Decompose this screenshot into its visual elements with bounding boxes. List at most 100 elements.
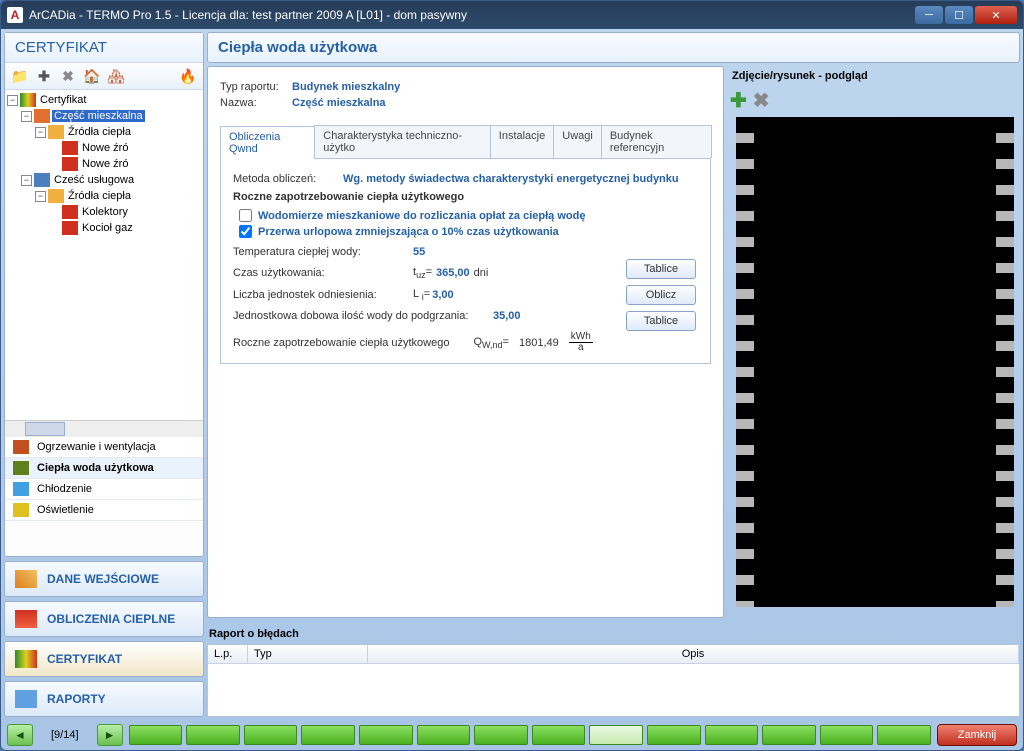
- liczba-value[interactable]: 3,00: [432, 289, 453, 301]
- source-icon: [62, 157, 78, 171]
- tree-node[interactable]: Nowe źró: [7, 156, 203, 172]
- roczne-unit: kWha: [569, 332, 593, 353]
- progress-seg[interactable]: [705, 725, 759, 745]
- progress-seg[interactable]: [186, 725, 240, 745]
- preview-panel: Zdjęcie/rysunek - podgląd ✚ ✖: [730, 66, 1020, 618]
- progress-seg[interactable]: [647, 725, 701, 745]
- progress-seg[interactable]: [417, 725, 471, 745]
- chk-wodomierze[interactable]: Wodomierze mieszkaniowe do rozliczania o…: [239, 209, 698, 222]
- chk-przerwa-box[interactable]: [239, 225, 252, 238]
- tree-node[interactable]: −Cześć usługowa: [7, 172, 203, 188]
- nav-item-heating[interactable]: Ogrzewanie i wentylacja: [5, 437, 203, 458]
- tab-uwagi[interactable]: Uwagi: [553, 125, 602, 158]
- tree-h-scrollbar[interactable]: [5, 420, 203, 437]
- oblicz-button[interactable]: Oblicz: [626, 285, 696, 305]
- nav-list: Ogrzewanie i wentylacja Ciepła woda użyt…: [5, 437, 203, 521]
- progress-seg[interactable]: [244, 725, 298, 745]
- czas-symbol: tuz=: [413, 266, 432, 280]
- col-lp[interactable]: L.p.: [208, 645, 248, 663]
- progress-seg[interactable]: [762, 725, 816, 745]
- tab-content: Metoda obliczeń:Wg. metody świadectwa ch…: [220, 159, 711, 364]
- tree-node[interactable]: −Certyfikat: [7, 92, 203, 108]
- tree-node[interactable]: Kocioł gaz: [7, 220, 203, 236]
- delete-icon[interactable]: ✖: [57, 65, 79, 87]
- collapse-icon[interactable]: −: [7, 95, 18, 106]
- progress-seg[interactable]: [877, 725, 931, 745]
- tablice-button-1[interactable]: Tablice: [626, 259, 696, 279]
- progress-seg[interactable]: [532, 725, 586, 745]
- flame-icon[interactable]: 🔥: [177, 65, 199, 87]
- temp-value[interactable]: 55: [413, 246, 425, 258]
- tool1-icon[interactable]: 🏠: [81, 65, 103, 87]
- next-page-button[interactable]: ►: [97, 724, 123, 746]
- tab-obliczenia[interactable]: Obliczenia Qwnd: [220, 126, 315, 159]
- source-icon: [62, 221, 78, 235]
- tab-charakterystyka[interactable]: Charakterystyka techniczno-użytko: [314, 125, 491, 158]
- collapse-icon[interactable]: −: [35, 191, 46, 202]
- nav-button-input[interactable]: DANE WEJŚCIOWE: [4, 561, 204, 597]
- jedn-value[interactable]: 35,00: [493, 310, 521, 322]
- tree-node[interactable]: −Część mieszkalna: [7, 108, 203, 124]
- tool2-icon[interactable]: 🏘: [105, 65, 127, 87]
- nazwa-label: Nazwa:: [220, 97, 292, 109]
- titlebar: A ArCADia - TERMO Pro 1.5 - Licencja dla…: [1, 1, 1023, 29]
- minimize-button[interactable]: ─: [915, 6, 943, 24]
- progress-seg[interactable]: [474, 725, 528, 745]
- metoda-value[interactable]: Wg. metody świadectwa charakterystyki en…: [343, 173, 679, 185]
- nav-button-calc[interactable]: OBLICZENIA CIEPLNE: [4, 601, 204, 637]
- progress-seg[interactable]: [359, 725, 413, 745]
- maximize-button[interactable]: ☐: [945, 6, 973, 24]
- errors-table: L.p. Typ Opis: [207, 644, 1020, 717]
- liczba-symbol: L i=: [413, 288, 430, 302]
- jedn-label: Jednostkowa dobowa ilość wody do podgrza…: [233, 310, 493, 322]
- progress-segments: [129, 725, 931, 745]
- window-close-button[interactable]: ✕: [975, 6, 1017, 24]
- roczne-value: 1801,49: [519, 337, 559, 349]
- roczne-symbol: QW,nd=: [473, 336, 509, 350]
- main-title: Ciepła woda użytkowa: [207, 32, 1020, 63]
- window-title: ArCADia - TERMO Pro 1.5 - Licencja dla: …: [29, 8, 467, 22]
- col-typ[interactable]: Typ: [248, 645, 368, 663]
- tab-bar: Obliczenia Qwnd Charakterystyka technicz…: [220, 125, 711, 159]
- col-opis[interactable]: Opis: [368, 645, 1019, 663]
- czas-value[interactable]: 365,00: [436, 267, 470, 279]
- app-window: A ArCADia - TERMO Pro 1.5 - Licencja dla…: [0, 0, 1024, 751]
- add-image-icon[interactable]: ✚: [730, 88, 747, 113]
- snowflake-icon: [13, 482, 29, 496]
- collapse-icon[interactable]: −: [35, 127, 46, 138]
- tree-node[interactable]: −Źródła ciepła: [7, 188, 203, 204]
- add-icon[interactable]: 📁: [9, 65, 31, 87]
- tree-node[interactable]: −Źródła ciepła: [7, 124, 203, 140]
- collapse-icon[interactable]: −: [21, 175, 32, 186]
- nav-button-cert[interactable]: CERTYFIKAT: [4, 641, 204, 677]
- edit-icon: [15, 570, 37, 588]
- film-strip-preview: [736, 117, 1014, 607]
- tree-node[interactable]: Nowe źró: [7, 140, 203, 156]
- close-button[interactable]: Zamknij: [937, 724, 1017, 746]
- progress-seg[interactable]: [820, 725, 874, 745]
- delete-image-icon[interactable]: ✖: [753, 88, 770, 113]
- czas-label: Czas użytkowania:: [233, 267, 413, 279]
- progress-seg[interactable]: [301, 725, 355, 745]
- chk-wodomierze-box[interactable]: [239, 209, 252, 222]
- plus-icon[interactable]: ✚: [33, 65, 55, 87]
- collapse-icon[interactable]: −: [21, 111, 32, 122]
- nav-item-cooling[interactable]: Chłodzenie: [5, 479, 203, 500]
- chk-przerwa[interactable]: Przerwa urlopowa zmniejszająca o 10% cza…: [239, 225, 698, 238]
- tap-icon: [13, 461, 29, 475]
- app-icon: A: [7, 7, 23, 23]
- house-icon: [34, 109, 50, 123]
- nazwa-value[interactable]: Część mieszkalna: [292, 97, 386, 109]
- nav-item-lighting[interactable]: Oświetlenie: [5, 500, 203, 521]
- tab-instalacje[interactable]: Instalacje: [490, 125, 554, 158]
- typ-raportu-value[interactable]: Budynek mieszkalny: [292, 81, 400, 93]
- calc-icon: [15, 610, 37, 628]
- nav-item-hot-water[interactable]: Ciepła woda użytkowa: [5, 458, 203, 479]
- progress-seg[interactable]: [129, 725, 183, 745]
- tablice-button-2[interactable]: Tablice: [626, 311, 696, 331]
- prev-page-button[interactable]: ◄: [7, 724, 33, 746]
- tree-node[interactable]: Kolektory: [7, 204, 203, 220]
- tab-referencyjny[interactable]: Budynek referencyjn: [601, 125, 712, 158]
- progress-seg-current[interactable]: [589, 725, 643, 745]
- nav-button-reports[interactable]: RAPORTY: [4, 681, 204, 717]
